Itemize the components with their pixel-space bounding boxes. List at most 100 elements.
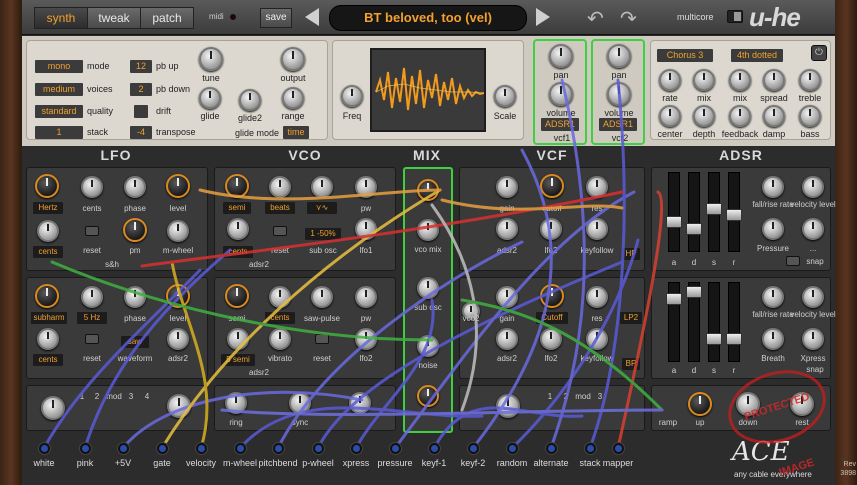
mix-vco1-knob[interactable] (417, 179, 439, 201)
lfo1-cents-knob[interactable] (81, 176, 103, 198)
lfo1-reset-button[interactable] (85, 226, 99, 236)
source-jack-5v[interactable] (118, 443, 129, 454)
power-icon[interactable]: ⏻ (811, 45, 827, 61)
undo-icon[interactable]: ↶ (587, 6, 604, 31)
voices-value[interactable]: medium (35, 83, 83, 96)
vco1-reset-button[interactable] (273, 226, 287, 236)
adsr1-velocity-knob[interactable] (802, 176, 824, 198)
vco2-cents-knob[interactable] (269, 286, 291, 308)
vcf2-lfo2-knob[interactable] (540, 328, 562, 350)
lfo2-adsr2-knob[interactable] (167, 328, 189, 350)
vcf1-keyfollow-knob[interactable] (586, 218, 608, 240)
transpose-value[interactable]: -4 (130, 126, 152, 139)
sync-knob[interactable] (289, 392, 311, 414)
glide2-knob[interactable] (239, 89, 261, 111)
chorus-depth-knob[interactable] (693, 105, 715, 127)
vco2-pw-knob[interactable] (355, 286, 377, 308)
previous-preset-icon[interactable] (305, 8, 319, 26)
chorus-rate-knob[interactable] (659, 69, 681, 91)
adsr1-attack-slider[interactable] (666, 172, 682, 252)
vco1-cents-value[interactable]: cents (223, 246, 253, 258)
vcf2-env-value[interactable]: ADSR1 (599, 118, 637, 131)
chorus-type-value[interactable]: Chorus 3 (657, 49, 713, 62)
save-button[interactable]: save (260, 8, 292, 28)
pb-up-value[interactable]: 12 (130, 60, 152, 73)
lfo2-ratio-value[interactable]: 5 Hz (77, 312, 107, 324)
vcf1-adsr2-knob[interactable] (496, 218, 518, 240)
lfo2-reset-button[interactable] (85, 334, 99, 344)
drift-toggle[interactable] (134, 105, 148, 118)
lfo2-level-knob[interactable] (166, 284, 190, 308)
lfo2-cents-knob[interactable] (37, 328, 59, 350)
vcf1-res-knob[interactable] (586, 176, 608, 198)
redo-icon[interactable]: ↷ (620, 6, 637, 31)
vcf2-type2-value[interactable]: BP (622, 358, 640, 370)
mix-subosc-knob[interactable] (417, 277, 439, 299)
adsr2-sustain-cap[interactable] (706, 332, 722, 345)
mix-vcomix-knob[interactable] (417, 219, 439, 241)
source-jack-stack[interactable] (585, 443, 596, 454)
source-jack-mapper[interactable] (613, 443, 624, 454)
lfo2-rate-knob[interactable] (35, 284, 59, 308)
lfo2-rate-mode[interactable]: subharm (31, 312, 67, 324)
adsr2-release-cap[interactable] (726, 332, 742, 345)
source-jack-xpress[interactable] (351, 443, 362, 454)
adsr1-release-slider[interactable] (726, 172, 742, 252)
vco1-beats-knob[interactable] (269, 176, 291, 198)
adsr1-snap-button[interactable] (786, 256, 800, 266)
chorus-mix-knob[interactable] (693, 69, 715, 91)
lfo1-rate-knob[interactable] (35, 174, 59, 198)
delay-spread-knob[interactable] (763, 69, 785, 91)
lfo2-cents-value[interactable]: cents (33, 354, 63, 366)
source-jack-keyf1[interactable] (429, 443, 440, 454)
vco1-sub-value[interactable]: 1 -50% (305, 228, 341, 240)
lfo2-phase-knob[interactable] (124, 286, 146, 308)
vco1-lfo1-knob[interactable] (355, 218, 377, 240)
adsr1-pressure-knob[interactable] (762, 218, 784, 240)
range-knob[interactable] (282, 87, 304, 109)
adsr1-decay-slider[interactable] (686, 172, 702, 252)
delay-feedback-knob[interactable] (729, 105, 751, 127)
vcf1-type-value[interactable]: HP (622, 248, 640, 260)
vco2-lfo2-knob[interactable] (355, 328, 377, 350)
source-jack-pink[interactable] (80, 443, 91, 454)
vcf1-lfo2-knob[interactable] (540, 218, 562, 240)
mod-strip-knob-2[interactable] (167, 394, 191, 418)
vco1-waveform-icon[interactable]: ⋎∿ (307, 202, 337, 214)
ring-knob[interactable] (225, 392, 247, 414)
tab-patch[interactable]: patch (140, 7, 194, 29)
stack-value[interactable]: 1 (35, 126, 83, 139)
adsr2-decay-slider[interactable] (686, 282, 702, 362)
adsr2-decay-cap[interactable] (686, 286, 702, 299)
vcf2-pan-knob[interactable] (607, 44, 631, 68)
source-jack-pressure[interactable] (390, 443, 401, 454)
preset-name-display[interactable]: BT beloved, too (vel) (329, 5, 527, 31)
vco2-sawpulse-knob[interactable] (311, 286, 333, 308)
vcf-mod-knob-1[interactable] (496, 394, 520, 418)
delay-time-value[interactable]: 4th dotted (731, 49, 783, 62)
treble-knob[interactable] (799, 69, 821, 91)
source-jack-white[interactable] (39, 443, 50, 454)
vco2-vibrato-knob[interactable] (269, 328, 291, 350)
adsr1-attack-cap[interactable] (666, 215, 682, 228)
vco2-semi-knob[interactable] (225, 284, 249, 308)
glide-knob[interactable] (199, 87, 221, 109)
vcf1-pan-knob[interactable] (549, 44, 573, 68)
vcf2-type1-value[interactable]: LP2 (620, 312, 642, 324)
adsr2-xpress-knob[interactable] (802, 328, 824, 350)
vco2-reset-button[interactable] (315, 334, 329, 344)
mix-ring-knob[interactable] (417, 385, 439, 407)
up-knob[interactable] (688, 392, 712, 416)
delay-damp-knob[interactable] (763, 105, 785, 127)
vco2-semi-value[interactable]: 5 semi (221, 354, 255, 366)
adsr2-sustain-slider[interactable] (706, 282, 722, 362)
vco2-semi2-knob[interactable] (227, 328, 249, 350)
pb-down-value[interactable]: 2 (130, 83, 152, 96)
output-knob[interactable] (281, 47, 305, 71)
source-jack-keyf2[interactable] (468, 443, 479, 454)
bass-knob[interactable] (799, 105, 821, 127)
multicore-toggle[interactable] (727, 10, 743, 23)
source-jack-gate[interactable] (157, 443, 168, 454)
vco1-waveform-knob[interactable] (311, 176, 333, 198)
lfo1-mwheel-knob[interactable] (167, 220, 189, 242)
